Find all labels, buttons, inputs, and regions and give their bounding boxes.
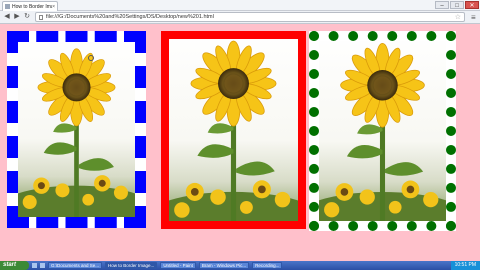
taskbar-item[interactable]: Bram - Windows Pic... bbox=[198, 262, 250, 269]
quick-launch-icon[interactable] bbox=[40, 263, 45, 268]
start-button[interactable]: start bbox=[0, 261, 29, 270]
url-text[interactable]: file:///G:/Documents%20and%20Settings/DS… bbox=[46, 14, 214, 20]
browser-tab[interactable]: How to Border Images × bbox=[2, 1, 58, 11]
bookmark-star-icon[interactable]: ☆ bbox=[455, 13, 461, 21]
sunflower-image bbox=[18, 42, 135, 217]
close-button[interactable]: ✕ bbox=[465, 1, 479, 9]
back-arrow-icon[interactable]: ◀ bbox=[2, 12, 12, 22]
system-tray-clock: 10:51 PM bbox=[450, 261, 480, 270]
quick-launch-icon[interactable] bbox=[32, 263, 37, 268]
minimize-button[interactable]: – bbox=[435, 1, 449, 9]
solid-border-image bbox=[161, 31, 306, 229]
page-favicon-icon bbox=[5, 4, 10, 9]
taskbar-item[interactable]: Recording... bbox=[252, 262, 283, 269]
tab-title: How to Border Images bbox=[12, 3, 52, 10]
maximize-button[interactable]: □ bbox=[450, 1, 464, 9]
taskbar: start G:\Documents and Se... How to Bord… bbox=[0, 261, 480, 270]
title-bar: How to Border Images × – □ ✕ bbox=[0, 0, 480, 11]
page-content bbox=[0, 25, 480, 261]
reload-icon[interactable]: ↻ bbox=[22, 12, 32, 22]
window-controls: – □ ✕ bbox=[435, 1, 479, 9]
sunflower-image bbox=[169, 39, 298, 221]
taskbar-item[interactable]: How to Border Image... bbox=[105, 262, 158, 269]
taskbar-item[interactable]: G:\Documents and Se... bbox=[48, 262, 103, 269]
taskbar-item[interactable]: Untitled - Paint bbox=[160, 262, 196, 269]
dotted-border-image bbox=[309, 31, 456, 231]
mouse-cursor-icon bbox=[88, 55, 94, 61]
page-icon bbox=[39, 14, 43, 20]
browser-toolbar: ◀ ▶ ↻ file:///G:/Documents%20and%20Setti… bbox=[0, 11, 480, 24]
dashed-border-image bbox=[7, 31, 146, 228]
sunflower-image bbox=[319, 41, 446, 221]
forward-arrow-icon[interactable]: ▶ bbox=[12, 12, 22, 22]
address-bar[interactable]: file:///G:/Documents%20and%20Settings/DS… bbox=[35, 12, 465, 22]
tab-close-icon[interactable]: × bbox=[52, 4, 55, 10]
wrench-menu-icon[interactable]: ≡ bbox=[471, 13, 476, 22]
